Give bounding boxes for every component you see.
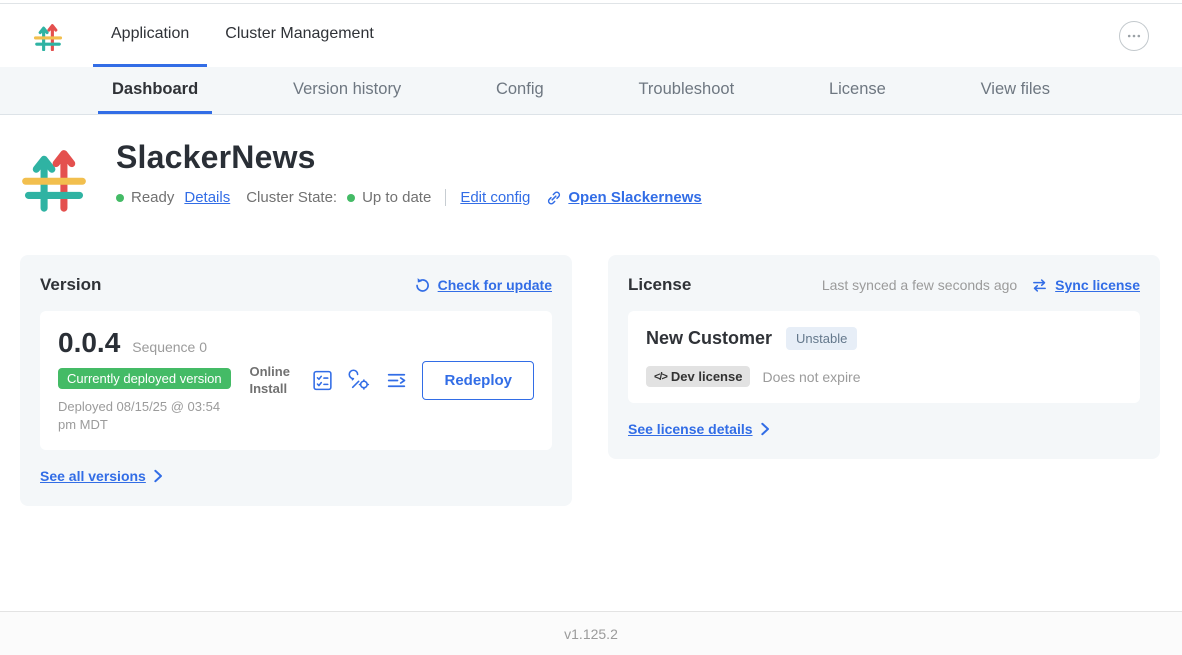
ready-status-dot (116, 194, 124, 202)
version-card-title: Version (40, 275, 101, 295)
customer-name: New Customer (646, 328, 772, 349)
deploy-logs-icon[interactable] (385, 369, 408, 392)
cluster-state-label: Cluster State: (246, 189, 337, 206)
overflow-menu-button[interactable] (1119, 21, 1149, 51)
open-app-label: Open Slackernews (568, 189, 701, 206)
deployed-version-badge: Currently deployed version (58, 368, 231, 389)
see-license-details-label: See license details (628, 421, 753, 437)
app-header: SlackerNews Ready Details Cluster State:… (20, 139, 1160, 213)
app-status-row: Ready Details Cluster State: Up to date … (116, 189, 702, 206)
topnav-tab-cluster-management[interactable]: Cluster Management (207, 4, 392, 67)
last-synced-label: Last synced a few seconds ago (822, 277, 1017, 293)
refresh-icon (414, 277, 431, 294)
version-sequence: Sequence 0 (132, 339, 207, 355)
license-type-badge: </> Dev license (646, 366, 750, 387)
code-icon: </> (654, 371, 667, 383)
edit-config-icon[interactable] (348, 369, 371, 392)
ellipsis-icon (1124, 26, 1144, 46)
tab-dashboard[interactable]: Dashboard (98, 67, 212, 114)
link-icon (546, 190, 562, 206)
cluster-state-value: Up to date (362, 189, 431, 206)
open-app-link[interactable]: Open Slackernews (546, 189, 701, 206)
details-link[interactable]: Details (184, 189, 230, 206)
redeploy-button[interactable]: Redeploy (422, 361, 534, 400)
console-version: v1.125.2 (564, 626, 618, 642)
tab-troubleshoot[interactable]: Troubleshoot (624, 67, 748, 114)
version-card: Version Check for update 0.0.4 Sequ (20, 255, 572, 506)
see-license-details-link[interactable]: See license details (628, 421, 770, 437)
nav-logo[interactable] (33, 4, 63, 67)
chevron-right-icon (153, 469, 163, 483)
topnav-tab-application[interactable]: Application (93, 4, 207, 67)
ready-status-label: Ready (131, 189, 174, 206)
dashboard-cards: Version Check for update 0.0.4 Sequ (20, 255, 1160, 506)
status-divider (445, 189, 446, 206)
license-expiry: Does not expire (762, 369, 860, 385)
tab-version-history[interactable]: Version history (279, 67, 415, 114)
chevron-right-icon (760, 422, 770, 436)
cluster-state-dot (347, 194, 355, 202)
page-title: SlackerNews (116, 139, 702, 176)
edit-config-link[interactable]: Edit config (460, 189, 530, 206)
app-footer: v1.125.2 (0, 611, 1182, 655)
slackernews-logo-icon (33, 21, 63, 51)
channel-badge: Unstable (786, 327, 857, 350)
sync-license-link[interactable]: Sync license (1055, 277, 1140, 293)
version-actions: Online Install (249, 361, 534, 400)
current-version-panel: 0.0.4 Sequence 0 Currently deployed vers… (40, 311, 552, 450)
see-all-versions-link[interactable]: See all versions (40, 468, 163, 484)
current-version-info: 0.0.4 Sequence 0 Currently deployed vers… (58, 327, 231, 434)
license-card-title: License (628, 275, 691, 295)
deployed-timestamp: Deployed 08/15/25 @ 03:54 pm MDT (58, 398, 228, 434)
app-sub-navigation: Dashboard Version history Config Trouble… (0, 67, 1182, 115)
license-details-panel: New Customer Unstable </> Dev license Do… (628, 311, 1140, 403)
version-number: 0.0.4 (58, 327, 120, 359)
tab-view-files[interactable]: View files (967, 67, 1064, 114)
check-for-update-link[interactable]: Check for update (438, 277, 552, 293)
license-card: License Last synced a few seconds ago Sy… (608, 255, 1160, 459)
see-all-versions-label: See all versions (40, 468, 146, 484)
tab-license[interactable]: License (815, 67, 900, 114)
sync-icon (1031, 277, 1048, 294)
preflight-checks-icon[interactable] (311, 369, 334, 392)
install-type-label: Online Install (249, 364, 299, 397)
main-content: SlackerNews Ready Details Cluster State:… (0, 115, 1182, 506)
app-icon (20, 141, 88, 213)
license-type-label: Dev license (671, 369, 743, 384)
tab-config[interactable]: Config (482, 67, 558, 114)
top-navigation: Application Cluster Management (0, 4, 1182, 67)
